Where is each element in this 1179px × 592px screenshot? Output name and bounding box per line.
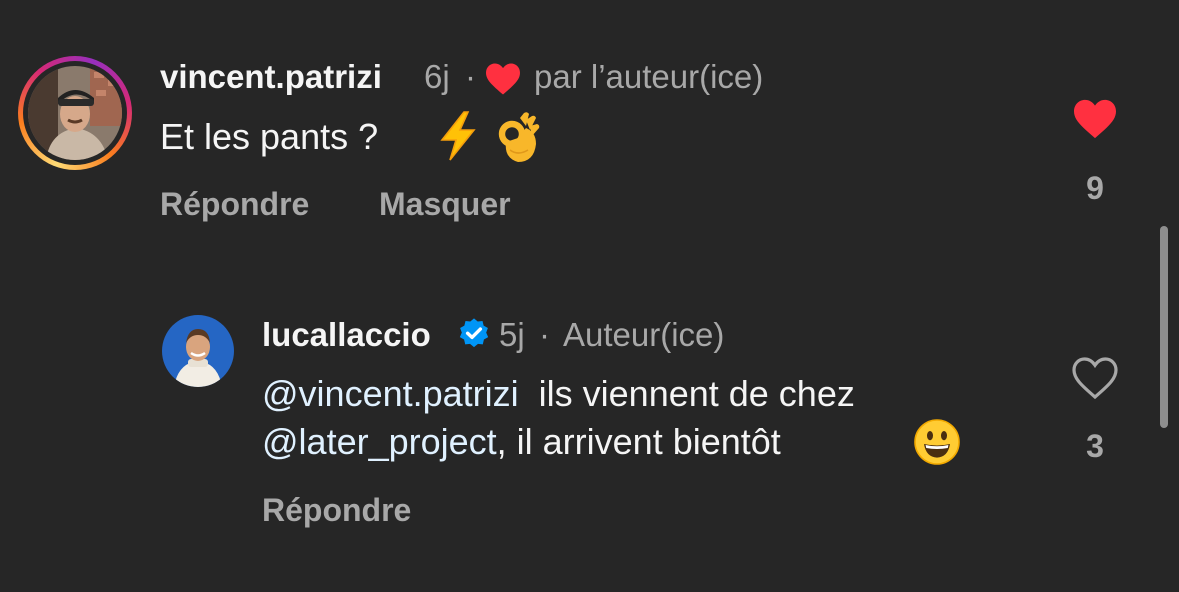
reply-text: , il arrivent bientôt (496, 421, 781, 462)
avatar[interactable] (28, 66, 122, 160)
reply-username[interactable]: lucallaccio (262, 316, 431, 354)
scrollbar[interactable] (1160, 226, 1168, 428)
reply-text-line-2: @later_project, il arrivent bientôt (262, 421, 781, 463)
separator-dot: · (465, 58, 476, 95)
comment-username[interactable]: vincent.patrizi (160, 58, 382, 96)
like-count: 9 (1086, 170, 1104, 206)
ok-hand-emoji (494, 110, 542, 169)
verified-badge-icon (457, 317, 491, 356)
author-label: Auteur(ice) (563, 316, 725, 353)
reply-age: 5j (499, 316, 525, 353)
avatar[interactable] (162, 315, 234, 387)
reply-button[interactable]: Répondre (160, 186, 309, 223)
author-heart-icon (484, 62, 522, 101)
reply-button[interactable]: Répondre (262, 492, 411, 529)
hide-button[interactable]: Masquer (379, 186, 511, 223)
comment-age: 6j (424, 58, 450, 95)
like-button-filled-heart-icon[interactable] (1072, 98, 1118, 145)
comment-vincent: vincent.patrizi 6j · par l’auteur(ice) E… (0, 0, 1179, 260)
lightning-emoji (436, 110, 480, 167)
mention-link[interactable]: @later_project (262, 421, 497, 462)
reply-text-line-1: @vincent.patrizi ils viennent de chez (262, 373, 855, 415)
smiley-emoji (913, 418, 961, 471)
reply-text: ils viennent de chez (538, 373, 855, 414)
like-button-outline-heart-icon[interactable] (1071, 356, 1119, 405)
like-count: 3 (1086, 428, 1104, 464)
comment-text: Et les pants ? (160, 116, 379, 157)
liked-by-author-label: par l’auteur(ice) (534, 58, 764, 95)
separator-dot: · (539, 316, 550, 353)
mention-link[interactable]: @vincent.patrizi (262, 373, 519, 414)
